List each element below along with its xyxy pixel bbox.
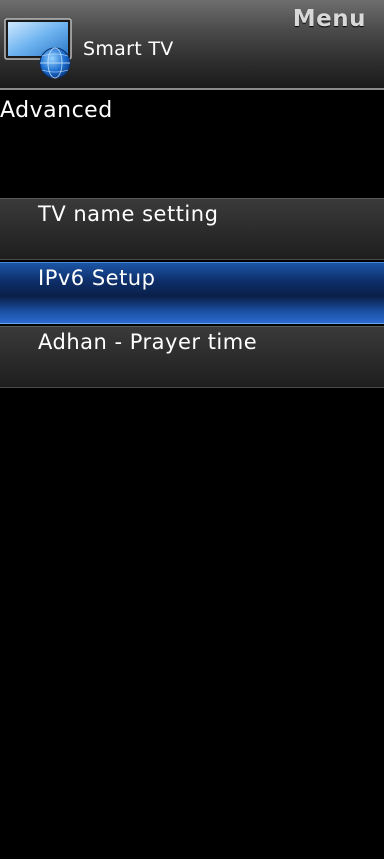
menu-item-label: TV name setting (38, 202, 219, 226)
menu-item-ipv6-setup[interactable]: IPv6 Setup (0, 262, 384, 324)
advanced-menu-list: TV name setting IPv6 Setup Adhan - Praye… (0, 198, 384, 390)
menu-title: Menu (292, 6, 366, 32)
app-title: Smart TV (83, 38, 174, 60)
smart-tv-globe-icon (4, 18, 74, 80)
menu-item-label: Adhan - Prayer time (38, 330, 258, 354)
top-menu-bar: Menu Smart TV (0, 0, 384, 90)
menu-item-label: IPv6 Setup (38, 266, 156, 290)
menu-item-adhan-prayer-time[interactable]: Adhan - Prayer time (0, 326, 384, 388)
section-title: Advanced (0, 98, 113, 123)
menu-item-tv-name-setting[interactable]: TV name setting (0, 198, 384, 260)
